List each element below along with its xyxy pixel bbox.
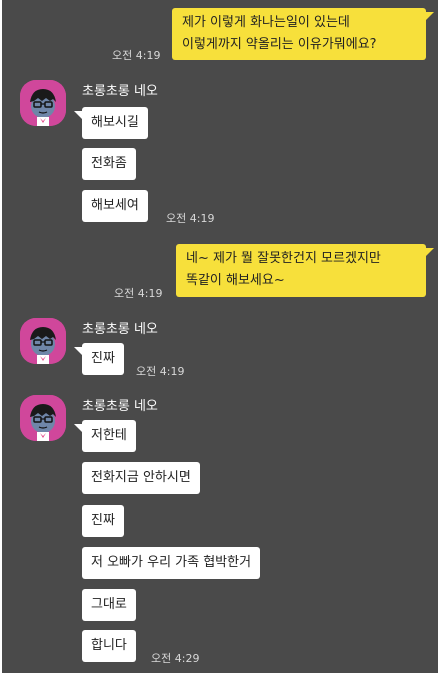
bubble-tail bbox=[74, 347, 82, 355]
neo-character-avatar-icon bbox=[20, 80, 66, 126]
sender-name: 초롱초롱 네오 bbox=[82, 322, 158, 337]
their-message-bubble[interactable]: 해보시길 bbox=[82, 107, 148, 139]
avatar[interactable] bbox=[20, 395, 66, 441]
my-message-bubble[interactable]: 네~ 제가 뭘 잘못한건지 모르겠지만 똑같이 해보세요~ bbox=[176, 244, 426, 297]
sender-name: 초롱초롱 네오 bbox=[82, 399, 158, 414]
chat-area: 오전 4:19 제가 이렇게 화나는일이 있는데 이렇게까지 약올리는 이유가뭐… bbox=[2, 0, 438, 673]
message-text: 이렇게까지 약올리는 이유가뭐에요? bbox=[182, 37, 377, 52]
bubble-tail bbox=[426, 248, 434, 256]
avatar[interactable] bbox=[20, 80, 66, 126]
bubble-tail bbox=[74, 424, 82, 432]
their-message-bubble[interactable]: 해보세여 bbox=[82, 190, 148, 222]
their-message-bubble[interactable]: 진짜 bbox=[82, 343, 124, 375]
their-message-bubble[interactable]: 전화좀 bbox=[82, 148, 136, 180]
bubble-tail bbox=[74, 111, 82, 119]
message-text: 제가 이렇게 화나는일이 있는데 bbox=[182, 15, 350, 30]
message-time: 오전 4:19 bbox=[112, 49, 161, 62]
message-text: 똑같이 해보세요~ bbox=[186, 273, 285, 288]
neo-character-avatar-icon bbox=[20, 395, 66, 441]
their-message-bubble[interactable]: 저 오빠가 우리 가족 협박한거 bbox=[82, 547, 261, 579]
my-message-bubble[interactable]: 제가 이렇게 화나는일이 있는데 이렇게까지 약올리는 이유가뭐에요? bbox=[172, 8, 426, 60]
their-message-bubble[interactable]: 합니다 bbox=[82, 630, 136, 662]
avatar[interactable] bbox=[20, 318, 66, 364]
their-message-bubble[interactable]: 전화지금 안하시면 bbox=[82, 462, 200, 494]
message-time: 오전 4:19 bbox=[166, 212, 215, 225]
neo-character-avatar-icon bbox=[20, 318, 66, 364]
message-time: 오전 4:19 bbox=[114, 287, 163, 300]
message-text: 네~ 제가 뭘 잘못한건지 모르겠지만 bbox=[186, 251, 381, 266]
sender-name: 초롱초롱 네오 bbox=[82, 84, 158, 99]
their-message-bubble[interactable]: 그대로 bbox=[82, 589, 136, 621]
message-time: 오전 4:29 bbox=[151, 652, 200, 665]
their-message-bubble[interactable]: 진짜 bbox=[82, 505, 124, 537]
message-time: 오전 4:19 bbox=[136, 365, 185, 378]
their-message-bubble[interactable]: 저한테 bbox=[82, 420, 136, 452]
bubble-tail bbox=[426, 12, 434, 20]
